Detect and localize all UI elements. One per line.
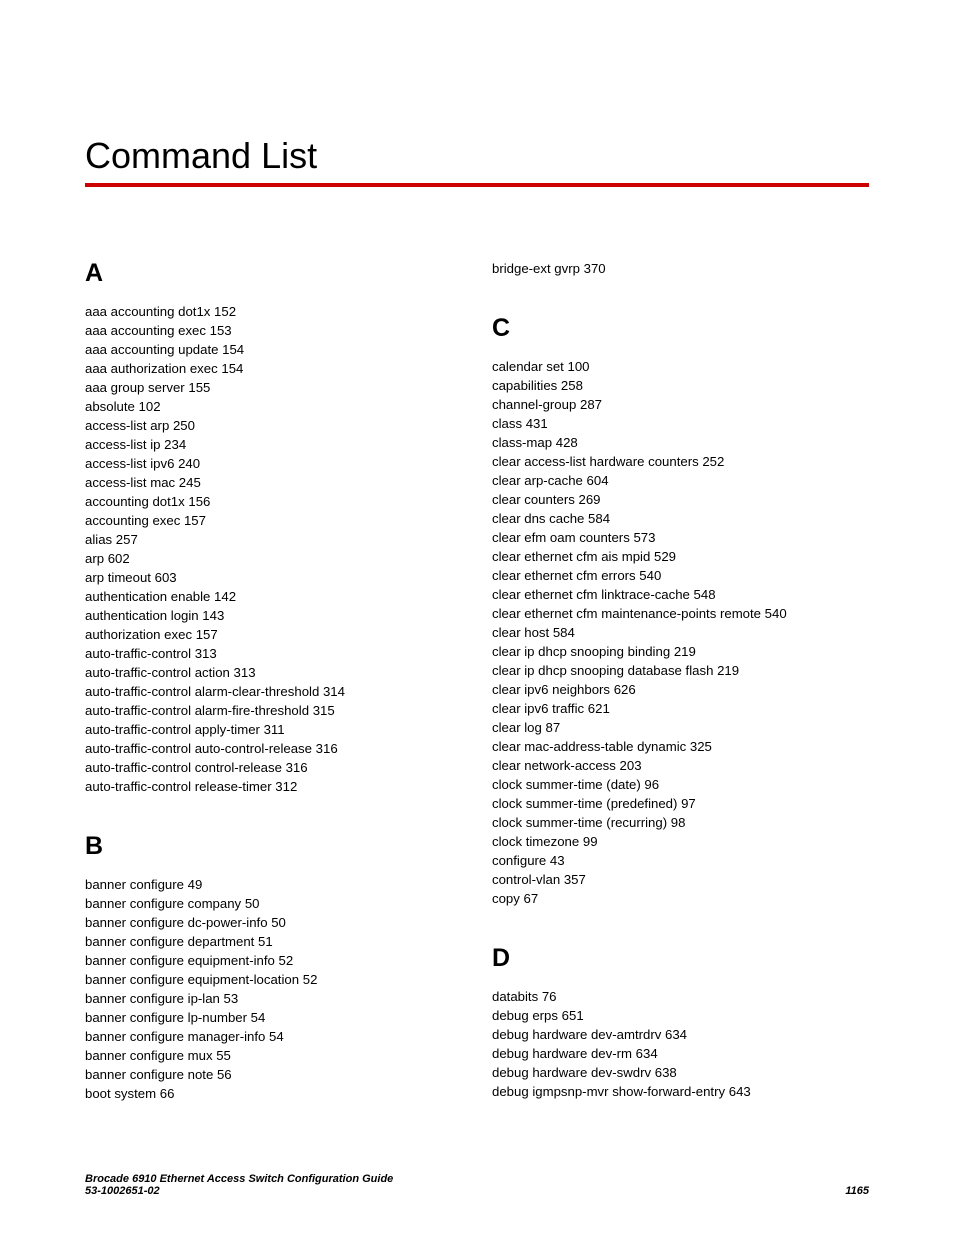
footer-left: Brocade 6910 Ethernet Access Switch Conf… [85, 1173, 393, 1197]
index-entry: aaa accounting update 154 [85, 340, 462, 359]
index-entry: absolute 102 [85, 397, 462, 416]
index-entry: capabilities 258 [492, 376, 869, 395]
index-entry: auto-traffic-control release-timer 312 [85, 777, 462, 796]
index-entry: auto-traffic-control 313 [85, 644, 462, 663]
index-entry: clock summer-time (predefined) 97 [492, 794, 869, 813]
index-entry: boot system 66 [85, 1084, 462, 1103]
index-entry: banner configure equipment-location 52 [85, 970, 462, 989]
index-section: Ccalendar set 100capabilities 258channel… [492, 314, 869, 908]
index-entry: debug erps 651 [492, 1006, 869, 1025]
index-entry: clear efm oam counters 573 [492, 528, 869, 547]
index-entry: control-vlan 357 [492, 870, 869, 889]
index-section: Bbanner configure 49banner configure com… [85, 832, 462, 1103]
index-entry: auto-traffic-control control-release 316 [85, 758, 462, 777]
index-entry: databits 76 [492, 987, 869, 1006]
index-entry: aaa authorization exec 154 [85, 359, 462, 378]
section-head: A [85, 259, 462, 288]
index-entry: auto-traffic-control action 313 [85, 663, 462, 682]
index-entry: clear counters 269 [492, 490, 869, 509]
index-entry: accounting exec 157 [85, 511, 462, 530]
left-column: Aaaa accounting dot1x 152aaa accounting … [85, 259, 462, 1139]
index-entry: accounting dot1x 156 [85, 492, 462, 511]
index-entry: banner configure lp-number 54 [85, 1008, 462, 1027]
index-section: Ddatabits 76debug erps 651debug hardware… [492, 944, 869, 1101]
index-section: Aaaa accounting dot1x 152aaa accounting … [85, 259, 462, 796]
index-entry: clear arp-cache 604 [492, 471, 869, 490]
title-rule [85, 183, 869, 187]
index-entry: class-map 428 [492, 433, 869, 452]
index-entry: auto-traffic-control alarm-clear-thresho… [85, 682, 462, 701]
page-title: Command List [85, 135, 869, 177]
index-entry: debug hardware dev-swdrv 638 [492, 1063, 869, 1082]
index-entry: access-list arp 250 [85, 416, 462, 435]
index-entry: auto-traffic-control alarm-fire-threshol… [85, 701, 462, 720]
index-entry: aaa accounting dot1x 152 [85, 302, 462, 321]
index-entry: authorization exec 157 [85, 625, 462, 644]
index-entry: banner configure manager-info 54 [85, 1027, 462, 1046]
section-head: C [492, 314, 869, 343]
index-entry: clear ethernet cfm maintenance-points re… [492, 604, 869, 623]
index-entry: clear ethernet cfm errors 540 [492, 566, 869, 585]
index-entry: banner configure company 50 [85, 894, 462, 913]
columns: Aaaa accounting dot1x 152aaa accounting … [85, 259, 869, 1139]
index-entry: clear ethernet cfm ais mpid 529 [492, 547, 869, 566]
index-entry: clear ipv6 traffic 621 [492, 699, 869, 718]
index-entry: arp 602 [85, 549, 462, 568]
index-entry: alias 257 [85, 530, 462, 549]
index-entry: aaa group server 155 [85, 378, 462, 397]
index-entry: banner configure dc-power-info 50 [85, 913, 462, 932]
index-entry: debug igmpsnp-mvr show-forward-entry 643 [492, 1082, 869, 1101]
index-entry: clock summer-time (recurring) 98 [492, 813, 869, 832]
index-entry: clear dns cache 584 [492, 509, 869, 528]
index-entry: auto-traffic-control auto-control-releas… [85, 739, 462, 758]
index-entry: debug hardware dev-amtrdrv 634 [492, 1025, 869, 1044]
index-entry: configure 43 [492, 851, 869, 870]
footer-pagenum: 1165 [845, 1185, 869, 1197]
index-entry: arp timeout 603 [85, 568, 462, 587]
index-entry: clear log 87 [492, 718, 869, 737]
footer: Brocade 6910 Ethernet Access Switch Conf… [85, 1173, 869, 1197]
right-column: bridge-ext gvrp 370 Ccalendar set 100capa… [492, 259, 869, 1139]
index-entry: clear network-access 203 [492, 756, 869, 775]
footer-line2: 53-1002651-02 [85, 1185, 393, 1197]
index-entry: clear host 584 [492, 623, 869, 642]
index-entry: clear ip dhcp snooping database flash 21… [492, 661, 869, 680]
index-entry: clear ethernet cfm linktrace-cache 548 [492, 585, 869, 604]
index-entry: banner configure ip-lan 53 [85, 989, 462, 1008]
index-entry: channel-group 287 [492, 395, 869, 414]
index-entry: access-list mac 245 [85, 473, 462, 492]
index-entry: clock summer-time (date) 96 [492, 775, 869, 794]
index-entry: clock timezone 99 [492, 832, 869, 851]
index-entry: bridge-ext gvrp 370 [492, 259, 869, 278]
index-entry: authentication login 143 [85, 606, 462, 625]
index-entry: clear access-list hardware counters 252 [492, 452, 869, 471]
index-entry: banner configure department 51 [85, 932, 462, 951]
index-entry: copy 67 [492, 889, 869, 908]
index-entry: clear ipv6 neighbors 626 [492, 680, 869, 699]
index-entry: access-list ipv6 240 [85, 454, 462, 473]
index-entry: auto-traffic-control apply-timer 311 [85, 720, 462, 739]
index-entry: class 431 [492, 414, 869, 433]
index-entry: banner configure 49 [85, 875, 462, 894]
section-head: D [492, 944, 869, 973]
index-entry: clear ip dhcp snooping binding 219 [492, 642, 869, 661]
footer-line1: Brocade 6910 Ethernet Access Switch Conf… [85, 1173, 393, 1185]
page: Command List Aaaa accounting dot1x 152aa… [0, 0, 954, 1235]
index-entry: aaa accounting exec 153 [85, 321, 462, 340]
index-entry: calendar set 100 [492, 357, 869, 376]
index-entry: debug hardware dev-rm 634 [492, 1044, 869, 1063]
index-entry: authentication enable 142 [85, 587, 462, 606]
index-entry: access-list ip 234 [85, 435, 462, 454]
index-entry: clear mac-address-table dynamic 325 [492, 737, 869, 756]
index-entry: banner configure mux 55 [85, 1046, 462, 1065]
section-head: B [85, 832, 462, 861]
index-entry: banner configure note 56 [85, 1065, 462, 1084]
index-entry: banner configure equipment-info 52 [85, 951, 462, 970]
